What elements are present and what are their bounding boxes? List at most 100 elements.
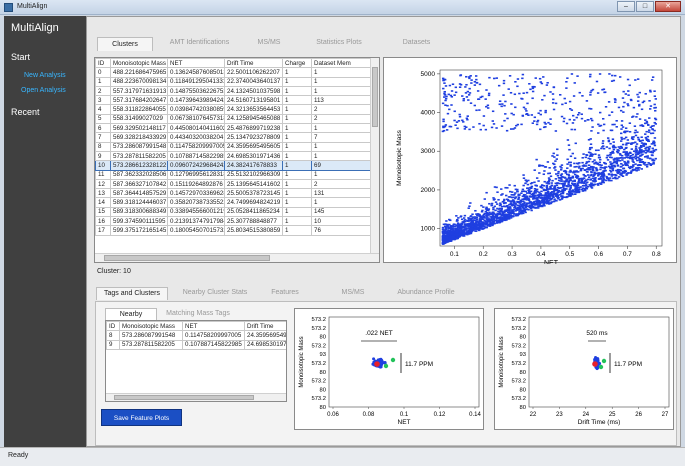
tab-amt-identifications[interactable]: AMT Identifications <box>162 39 237 46</box>
tab-ms-ms[interactable]: MS/MS <box>337 289 369 296</box>
data-point <box>628 84 631 87</box>
data-point <box>526 187 529 190</box>
data-point <box>564 171 568 173</box>
data-point <box>485 191 488 194</box>
maximize-button[interactable]: □ <box>636 1 654 12</box>
tab-msms[interactable]: MS/MS <box>249 39 289 46</box>
table-row[interactable]: 13 587.364414857529 0.145729703369628 25.50… <box>95 188 371 199</box>
clusters-horizontal-scrollbar[interactable] <box>95 253 379 262</box>
data-point <box>589 117 593 120</box>
tab-datasets[interactable]: Datasets <box>394 39 439 46</box>
column-header[interactable]: ID <box>106 321 120 332</box>
table-row[interactable]: 12 587.366327107842 0.15119264892876 25.139… <box>95 178 371 190</box>
data-point <box>443 96 446 98</box>
data-point <box>506 187 509 189</box>
nearby-clusters-table-pane: ID Monoisotopic Mass NET Drift Time 8 573… <box>105 320 287 402</box>
data-point <box>591 119 594 122</box>
scroll-thumb[interactable] <box>114 395 254 400</box>
column-header[interactable]: Dataset Mem <box>311 58 371 69</box>
column-header[interactable]: Monoisotopic Mass <box>110 58 168 69</box>
data-point <box>582 164 586 166</box>
tab-matching-mass-tags[interactable]: Matching Mass Tags <box>162 310 234 317</box>
data-point <box>490 126 494 129</box>
data-point <box>465 220 469 222</box>
column-header[interactable]: ID <box>95 58 111 69</box>
data-point <box>453 119 456 122</box>
data-point <box>478 122 481 125</box>
tab-statistics-plots[interactable]: Statistics Plots <box>310 39 368 46</box>
x-axis-label: NET <box>544 260 559 264</box>
table-row[interactable]: 15 589.318300688349 0.338945566001219 25.05… <box>95 206 371 218</box>
table-cell: 1 <box>282 95 312 106</box>
data-point <box>534 77 537 79</box>
table-row[interactable]: 10 573.286612328122 0.096072429684242 24.38… <box>95 160 371 171</box>
data-point <box>566 163 569 165</box>
column-header[interactable]: Monoisotopic Mass <box>119 321 183 332</box>
column-header[interactable]: Drift Time <box>224 58 283 69</box>
x-tick-label: 0.5 <box>565 251 574 258</box>
data-point <box>446 104 449 107</box>
table-row[interactable]: 3 557.317684202647 0.147396439894242 24.516… <box>95 95 371 106</box>
cluster-drift-time-plot[interactable]: 573.2 573.2 80 573.2 93 573.2 80 573.2 80 573.2 80… <box>495 309 675 431</box>
data-point <box>486 216 489 218</box>
tab-nearby-clusters[interactable]: Nearby Clusters <box>105 308 157 329</box>
data-point <box>654 98 658 100</box>
y-tick-label: 573.2 <box>311 326 326 332</box>
table-row[interactable]: 9 573.287811582205 0.107887145822985 24.698… <box>95 150 371 162</box>
tab-features[interactable]: Features <box>265 289 305 296</box>
table-row[interactable]: 16 599.374590111595 0.213913747917984 25.30… <box>95 216 371 227</box>
data-point <box>634 147 638 149</box>
scroll-thumb[interactable] <box>372 67 378 127</box>
ppm-annotation: 11.7 PPM <box>614 361 642 368</box>
table-row[interactable]: 2 557.317971631913 0.148755036226753 24.132… <box>95 85 371 97</box>
data-point <box>561 103 564 106</box>
data-point <box>511 204 515 206</box>
table-row[interactable]: 4 558.311822864055 0.039847420380859 24.321… <box>95 104 371 115</box>
minimize-button[interactable]: – <box>617 1 635 12</box>
data-point <box>502 217 505 220</box>
new-analysis-link[interactable]: New Analysis <box>24 72 66 79</box>
table-row[interactable]: 5 558.31499027029 0.067381076457318 24.1258… <box>95 113 371 125</box>
data-point <box>636 93 639 96</box>
tab-tags-and-clusters[interactable]: Tags and Clusters <box>96 287 168 300</box>
tab-clusters[interactable]: Clusters <box>97 37 153 51</box>
table-row[interactable]: 6 569.329502148117 0.445080140411602 25.487… <box>95 123 371 134</box>
scroll-thumb[interactable] <box>104 255 270 261</box>
open-analysis-link[interactable]: Open Analysis <box>21 87 66 94</box>
data-point <box>565 122 569 125</box>
column-header[interactable]: Drift Time <box>244 321 286 332</box>
x-tick-label: 0.3 <box>508 251 517 258</box>
data-point <box>642 144 645 146</box>
table-row[interactable]: 9 573.287811582205 0.107887145822985 24.698… <box>106 339 286 350</box>
column-header[interactable]: NET <box>167 58 225 69</box>
tab-nearby-cluster-stats[interactable]: Nearby Cluster Stats <box>175 289 255 296</box>
nearby-horizontal-scrollbar[interactable] <box>106 393 286 401</box>
table-row[interactable]: 7 569.328218433929 0.44340320038204 25.1347… <box>95 132 371 143</box>
data-point <box>580 113 583 116</box>
data-point <box>596 357 600 361</box>
table-row[interactable]: 17 599.375172165145 0.180054507015732 25.80… <box>95 225 371 236</box>
data-point <box>537 112 540 115</box>
cluster-net-plot[interactable]: 573.2 573.2 80 573.2 93 573.2 80 573.2 80 573.2 80… <box>295 309 485 431</box>
close-button[interactable]: ✕ <box>655 1 681 12</box>
table-row[interactable]: 8 573.286087991548 0.114758209997005 24.359… <box>95 141 371 152</box>
table-row[interactable]: 0 488.221686475965 0.136245876085013 22.500… <box>95 67 371 78</box>
column-header[interactable]: NET <box>182 321 245 332</box>
data-point <box>573 182 576 185</box>
data-point <box>559 94 562 96</box>
clusters-vertical-scrollbar[interactable] <box>370 58 379 254</box>
table-row[interactable]: 11 587.362332028506 0.127969956128318 25.51… <box>95 169 371 180</box>
table-row[interactable]: 8 573.286087991548 0.114758209997005 24.359… <box>106 330 286 341</box>
data-point <box>482 124 485 127</box>
table-row[interactable]: 14 589.318124446037 0.358207387335522 24.74… <box>95 197 371 208</box>
tab-abundance-profile[interactable]: Abundance Profile <box>394 289 458 296</box>
save-feature-plots-button[interactable]: Save Feature Plots <box>101 409 182 426</box>
data-point <box>454 86 458 89</box>
table-row[interactable]: 1 488.223670098134 0.118491295041331 22.374… <box>95 76 371 87</box>
data-point <box>553 156 556 158</box>
data-point <box>609 169 612 172</box>
column-header[interactable]: Charge <box>282 58 312 69</box>
net-mass-scatter-plot[interactable]: 0.1 0.2 0.3 0.4 0.5 0.6 0.7 0.8 1000 2000 3000 4000… <box>384 58 678 267</box>
data-point <box>652 142 656 145</box>
y-tick-label: 573.2 <box>311 317 326 323</box>
